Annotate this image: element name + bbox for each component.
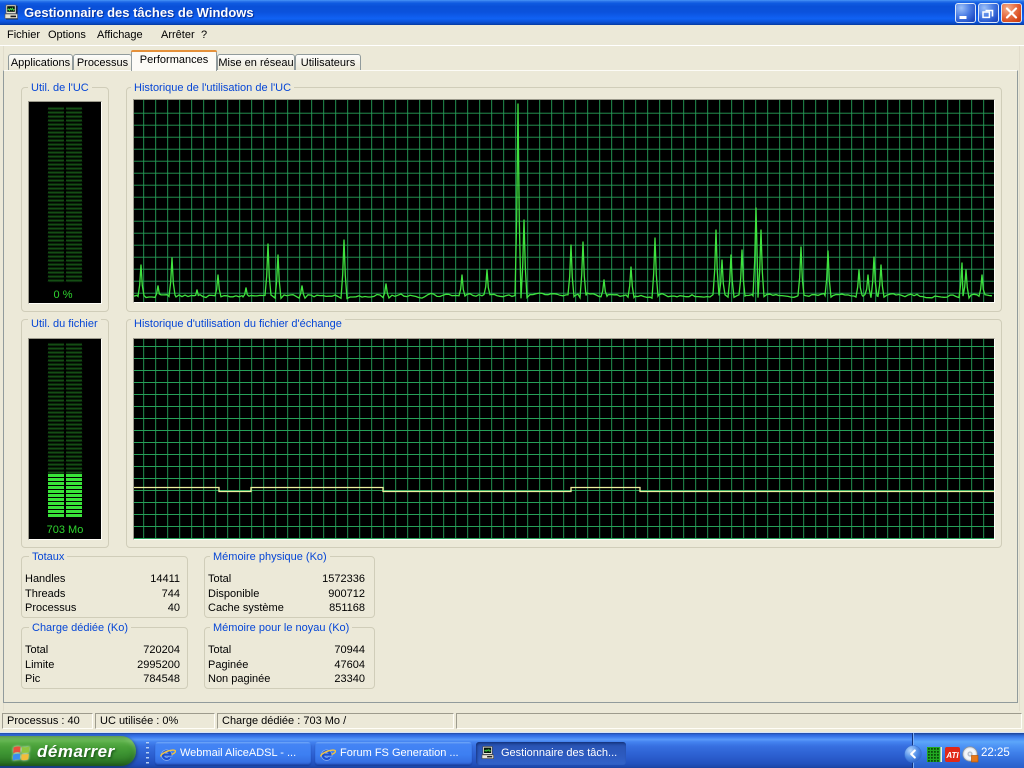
- svg-text:0 %: 0 %: [54, 289, 73, 301]
- svg-text:ATI: ATI: [945, 751, 959, 760]
- svg-text:703 Mo: 703 Mo: [47, 524, 84, 536]
